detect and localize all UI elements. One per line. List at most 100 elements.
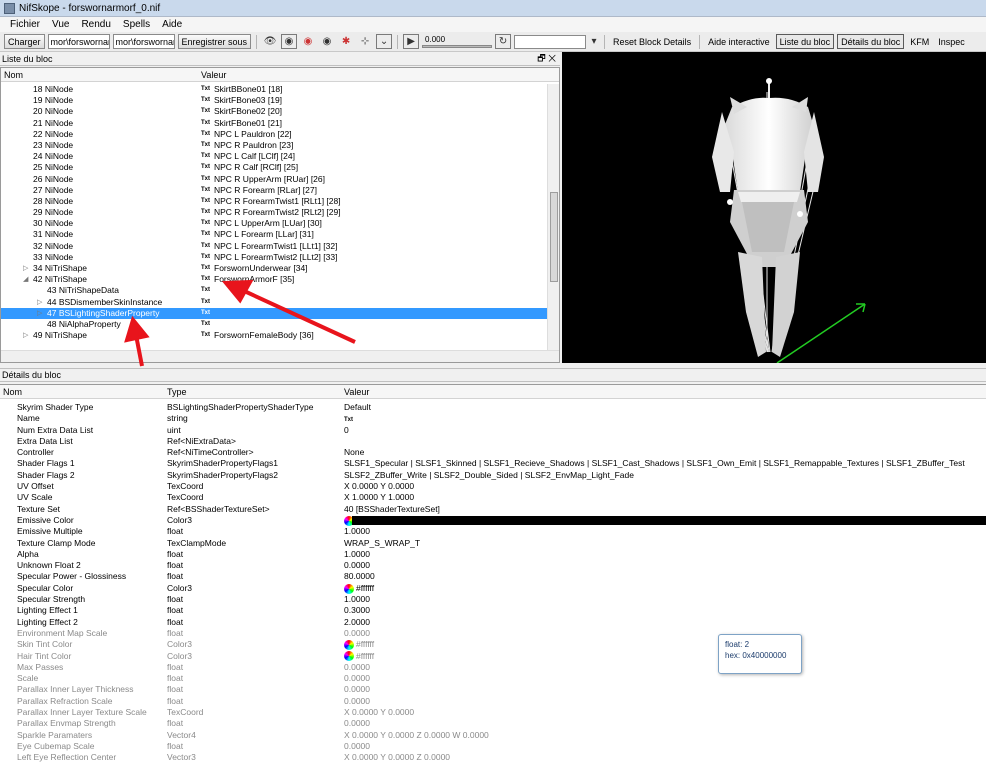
- render-viewport[interactable]: [562, 52, 986, 363]
- eye-icon[interactable]: 👁: [262, 34, 278, 49]
- tree-row[interactable]: 30 NiNode Txt NPC L UpperArm [LUar] [30]: [1, 218, 547, 229]
- detail-value[interactable]: #ffffff: [344, 583, 374, 594]
- detail-value[interactable]: 0.3000: [344, 605, 370, 616]
- detail-row[interactable]: UV Offset TexCoord X 0.0000 Y 0.0000: [0, 481, 986, 492]
- tree-row[interactable]: ▷ 44 BSDismemberSkinInstance Txt: [1, 297, 547, 308]
- load-path-field[interactable]: mor\forswornarmorf_0.nif: [47, 34, 110, 49]
- detail-value[interactable]: 80.0000: [344, 571, 375, 582]
- tree-row[interactable]: 48 NiAlphaProperty Txt: [1, 319, 547, 330]
- detail-row[interactable]: Sparkle Paramaters Vector4 X 0.0000 Y 0.00…: [0, 730, 986, 741]
- color-wheel-icon[interactable]: [344, 639, 354, 650]
- tree-row[interactable]: 29 NiNode Txt NPC R ForearmTwist2 [RLt2] […: [1, 207, 547, 218]
- detail-row[interactable]: Skyrim Shader Type BSLightingShaderProper…: [0, 402, 986, 413]
- detail-row[interactable]: Parallax Inner Layer Texture Scale TexCoo…: [0, 707, 986, 718]
- tree-row[interactable]: 23 NiNode Txt NPC R Pauldron [23]: [1, 140, 547, 151]
- play-icon[interactable]: ▶: [403, 34, 420, 49]
- detail-value[interactable]: 0.0000: [344, 696, 370, 707]
- detail-row[interactable]: Name string Txt: [0, 413, 986, 424]
- eye-dark-icon[interactable]: ◉: [319, 34, 335, 49]
- color-wheel-icon[interactable]: [344, 583, 354, 594]
- color-value-bar[interactable]: [352, 515, 986, 525]
- menu-rendu[interactable]: Rendu: [75, 19, 116, 30]
- tree-row[interactable]: ▷ 34 NiTriShape Txt ForswornUnderwear [34]: [1, 263, 547, 274]
- detail-row[interactable]: Texture Clamp Mode TexClampMode WRAP_S_WRA…: [0, 538, 986, 549]
- detail-row[interactable]: Texture Set Ref<BSShaderTextureSet> 40 [BS…: [0, 504, 986, 515]
- animation-select[interactable]: [514, 34, 587, 49]
- tree-row[interactable]: 20 NiNode Txt SkirtFBone02 [20]: [1, 106, 547, 117]
- detail-row[interactable]: Num Extra Data List uint 0: [0, 425, 986, 436]
- col-value-header[interactable]: Valeur: [344, 387, 369, 397]
- expand-arrow-icon[interactable]: ▷: [37, 308, 42, 319]
- expand-arrow-icon[interactable]: ▷: [37, 297, 42, 308]
- tree-row[interactable]: 28 NiNode Txt NPC R ForearmTwist1 [RLt1] […: [1, 196, 547, 207]
- tree-row[interactable]: 32 NiNode Txt NPC L ForearmTwist1 [LLt1] […: [1, 241, 547, 252]
- detail-value[interactable]: 0.0000: [344, 560, 370, 571]
- tree-row[interactable]: 43 NiTriShapeData Txt: [1, 285, 547, 296]
- detail-row[interactable]: UV Scale TexCoord X 1.0000 Y 1.0000: [0, 492, 986, 503]
- detail-row[interactable]: Scale float 0.0000: [0, 673, 986, 684]
- save-path-field[interactable]: mor\forswornarmorf_0.nif: [112, 34, 175, 49]
- chevron-down-icon[interactable]: ▾: [589, 34, 599, 49]
- load-button[interactable]: Charger: [4, 34, 45, 49]
- detail-row[interactable]: Extra Data List Ref<NiExtraData>: [0, 436, 986, 447]
- detail-value[interactable]: SLSF1_Specular | SLSF1_Skinned | SLSF1_R…: [344, 458, 965, 469]
- menu-aide[interactable]: Aide: [156, 19, 188, 30]
- detail-row[interactable]: Skin Tint Color Color3 #ffffff: [0, 639, 986, 650]
- detail-row[interactable]: Shader Flags 1 SkyrimShaderPropertyFlags1…: [0, 458, 986, 469]
- block-list-tree[interactable]: Nom Valeur 18 NiNode Txt SkirtBBone01 [18]…: [0, 67, 560, 363]
- detail-row[interactable]: Max Passes float 0.0000: [0, 662, 986, 673]
- col-type-header[interactable]: Type: [167, 387, 187, 397]
- detail-value[interactable]: 2.0000: [344, 617, 370, 628]
- block-list-toggle[interactable]: Liste du bloc: [775, 34, 835, 49]
- collapse-arrow-icon[interactable]: ◢: [23, 274, 28, 285]
- detail-value[interactable]: None: [344, 447, 364, 458]
- time-slider[interactable]: 0.000: [422, 35, 493, 48]
- detail-row[interactable]: Environment Map Scale float 0.0000: [0, 628, 986, 639]
- interactive-help-button[interactable]: Aide interactive: [705, 37, 773, 47]
- detail-row[interactable]: Left Eye Reflection Center Vector3 X 0.000…: [0, 752, 986, 763]
- detail-row[interactable]: Hair Tint Color Color3 #ffffff: [0, 651, 986, 662]
- detail-value[interactable]: #ffffff: [344, 651, 374, 662]
- col-name-header[interactable]: Nom: [3, 387, 22, 397]
- reset-block-details-button[interactable]: Reset Block Details: [610, 37, 694, 47]
- tree-row[interactable]: ◢ 42 NiTriShape Txt ForswornArmorF [35]: [1, 274, 547, 285]
- detail-value[interactable]: 1.0000: [344, 526, 370, 537]
- detail-row[interactable]: Specular Color Color3 #ffffff: [0, 583, 986, 594]
- detail-value[interactable]: 0: [344, 425, 349, 436]
- col-name-header[interactable]: Nom: [4, 70, 23, 80]
- block-details-table[interactable]: Nom Type Valeur Skyrim Shader Type BSLigh…: [0, 384, 986, 768]
- detail-value[interactable]: 0.0000: [344, 628, 370, 639]
- menu-spells[interactable]: Spells: [117, 19, 156, 30]
- detail-row[interactable]: Parallax Refraction Scale float 0.0000: [0, 696, 986, 707]
- eye-nodes-icon[interactable]: ✱: [338, 34, 354, 49]
- detail-value[interactable]: Default: [344, 402, 371, 413]
- detail-value[interactable]: X 0.0000 Y 0.0000 Z 0.0000: [344, 752, 450, 763]
- loop-icon[interactable]: ↻: [495, 34, 512, 49]
- scroll-thumb[interactable]: [550, 192, 558, 282]
- save-as-button[interactable]: Enregistrer sous: [177, 34, 252, 49]
- tree-row[interactable]: 24 NiNode Txt NPC L Calf [LClf] [24]: [1, 151, 547, 162]
- detail-row[interactable]: Emissive Color Color3: [0, 515, 986, 526]
- tree-row[interactable]: 22 NiNode Txt NPC L Pauldron [22]: [1, 129, 547, 140]
- block-list-vscrollbar[interactable]: [547, 84, 559, 350]
- block-details-toggle[interactable]: Détails du bloc: [837, 34, 905, 49]
- tree-row[interactable]: 25 NiNode Txt NPC R Calf [RClf] [25]: [1, 162, 547, 173]
- detail-value[interactable]: 1.0000: [344, 549, 370, 560]
- panel-float-close-icon[interactable]: 🗗 ✕: [537, 51, 556, 67]
- detail-value[interactable]: X 0.0000 Y 0.0000 Z 0.0000 W 0.0000: [344, 730, 489, 741]
- detail-value[interactable]: 0.0000: [344, 718, 370, 729]
- block-list-hscrollbar[interactable]: [1, 350, 559, 362]
- tree-row[interactable]: 19 NiNode Txt SkirtFBone03 [19]: [1, 95, 547, 106]
- tree-row[interactable]: 31 NiNode Txt NPC L Forearm [LLar] [31]: [1, 229, 547, 240]
- detail-row[interactable]: Unknown Float 2 float 0.0000: [0, 560, 986, 571]
- menu-fichier[interactable]: Fichier: [4, 19, 46, 30]
- tree-row[interactable]: ▷ 49 NiTriShape Txt ForswornFemaleBody [36]: [1, 330, 547, 341]
- detail-row[interactable]: Specular Power - Glossiness float 80.0000: [0, 571, 986, 582]
- detail-row[interactable]: Specular Strength float 1.0000: [0, 594, 986, 605]
- detail-value[interactable]: WRAP_S_WRAP_T: [344, 538, 420, 549]
- detail-row[interactable]: Alpha float 1.0000: [0, 549, 986, 560]
- detail-value[interactable]: #ffffff: [344, 639, 374, 650]
- detail-value[interactable]: X 0.0000 Y 0.0000: [344, 707, 414, 718]
- tree-row[interactable]: 27 NiNode Txt NPC R Forearm [RLar] [27]: [1, 185, 547, 196]
- detail-row[interactable]: Emissive Multiple float 1.0000: [0, 526, 986, 537]
